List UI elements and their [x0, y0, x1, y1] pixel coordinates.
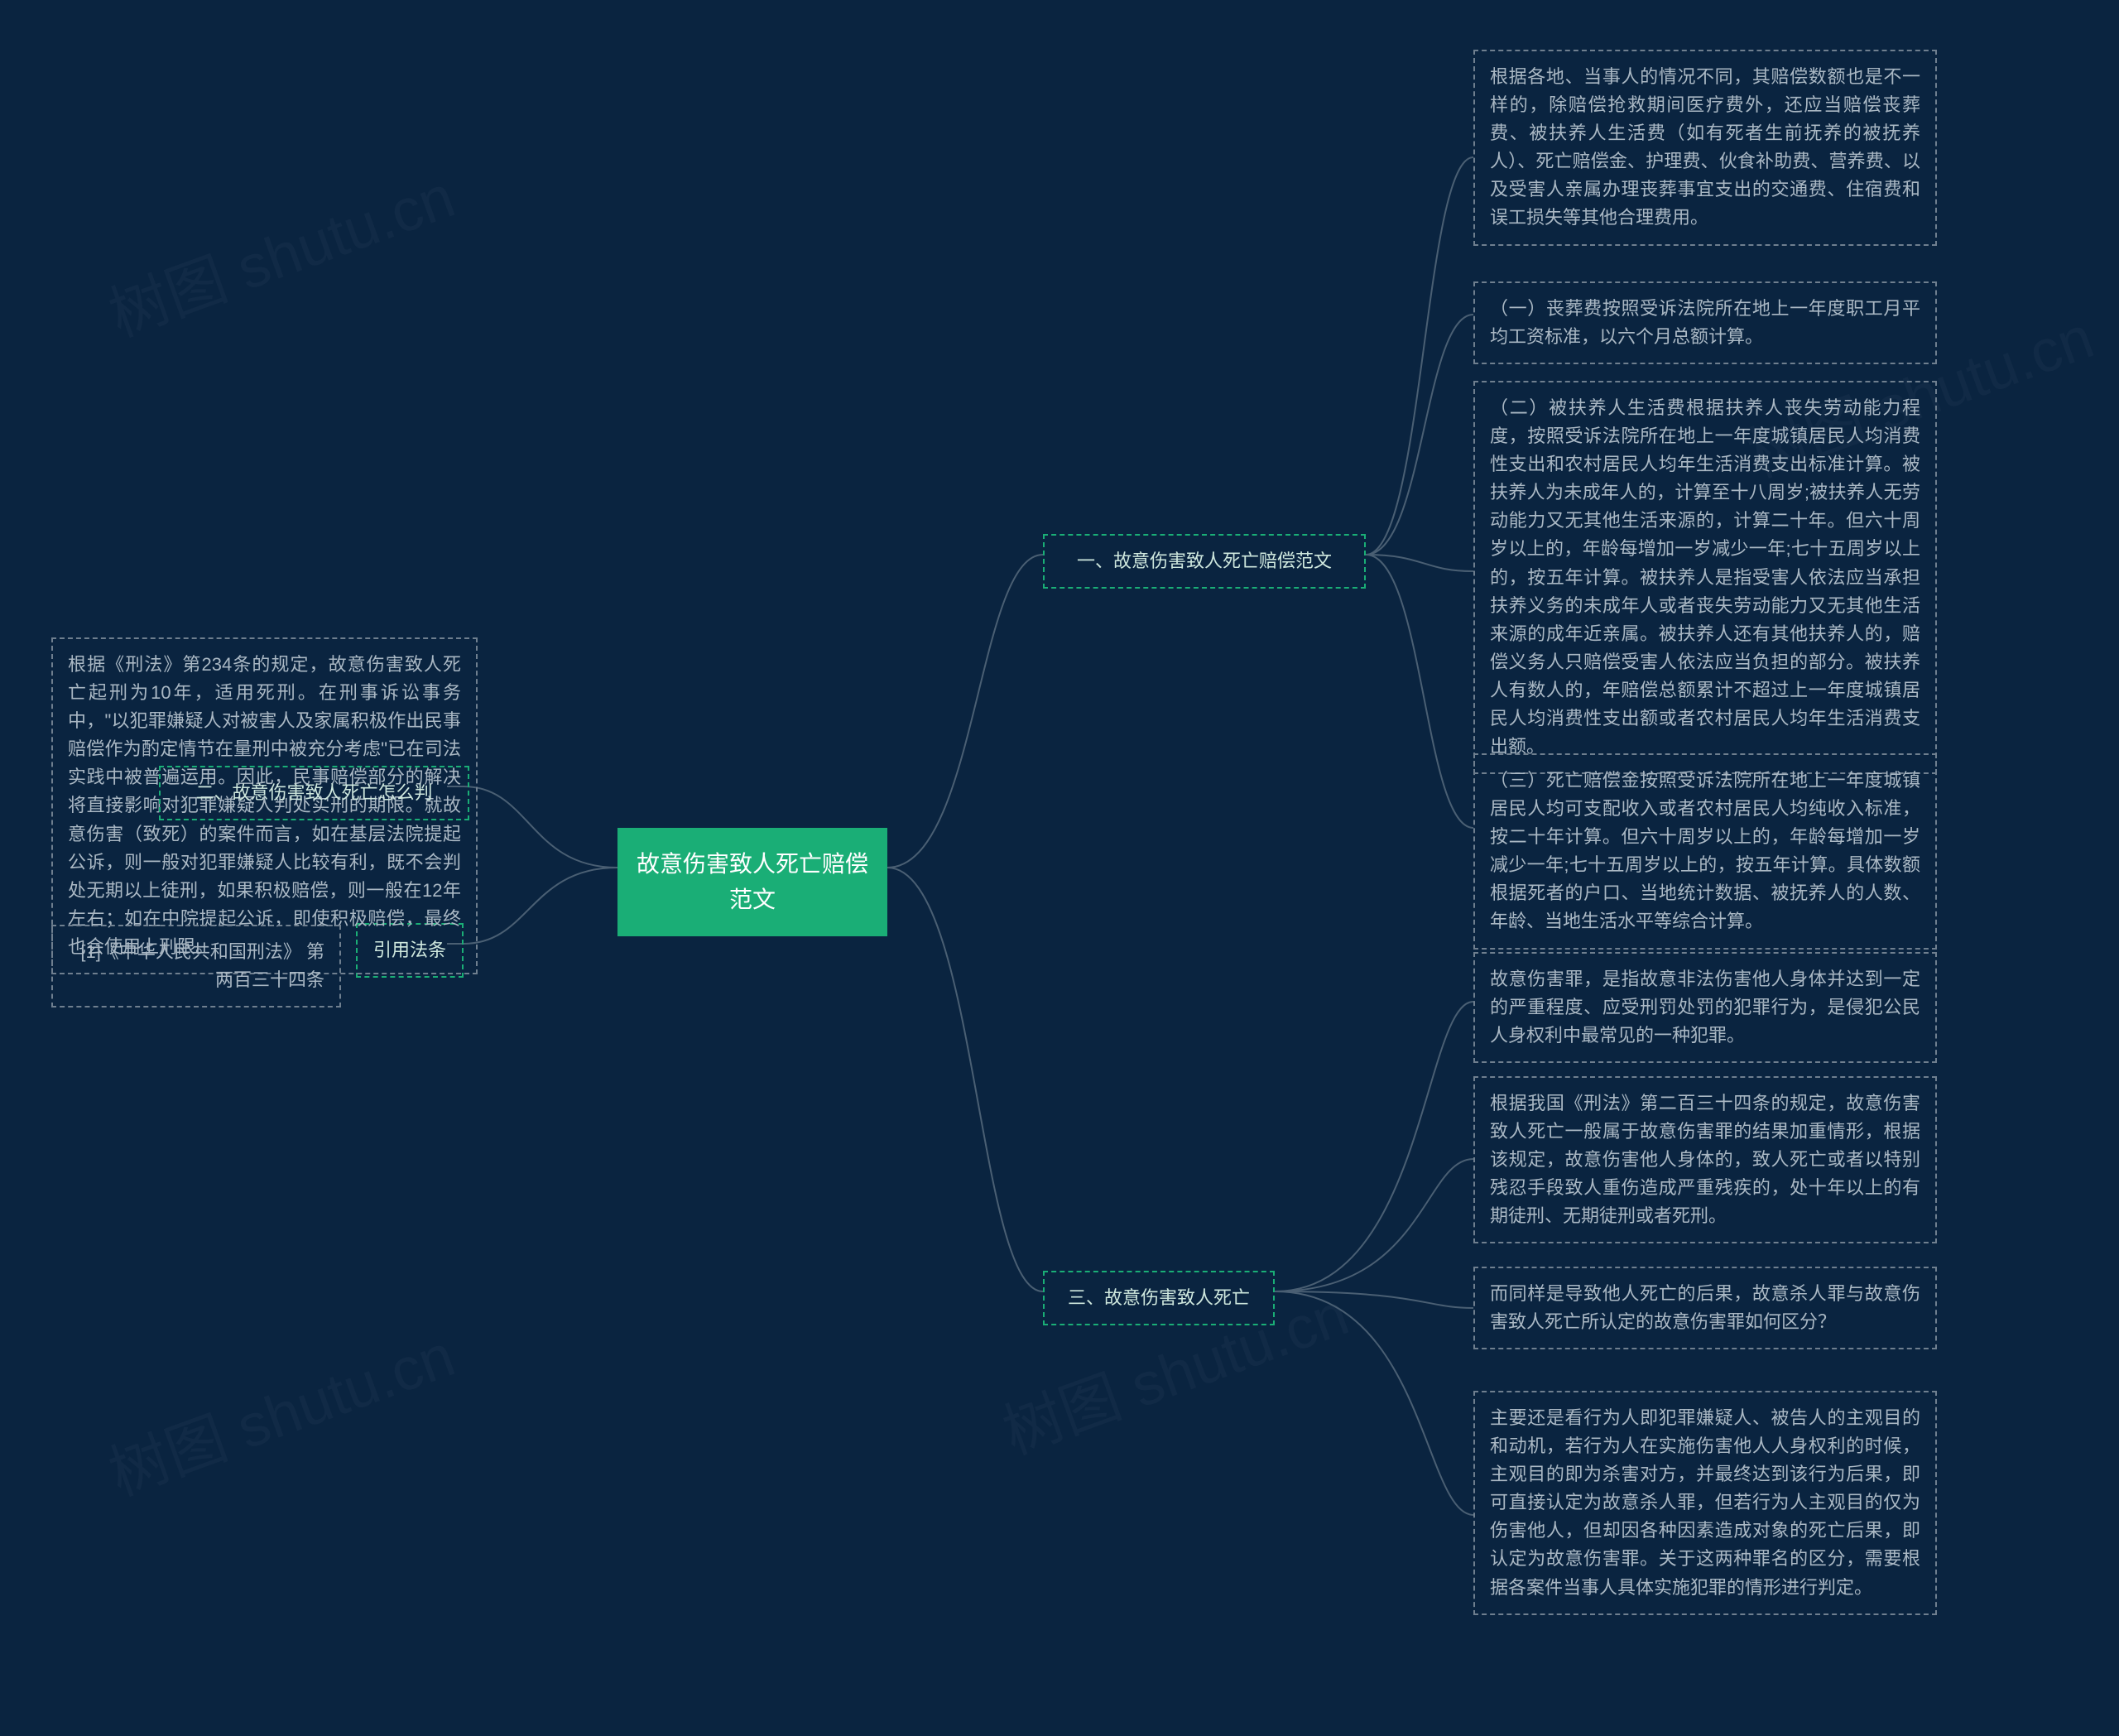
branch-sentencing-visible[interactable]: 二、故意伤害致人死亡怎么判 — [159, 766, 469, 820]
